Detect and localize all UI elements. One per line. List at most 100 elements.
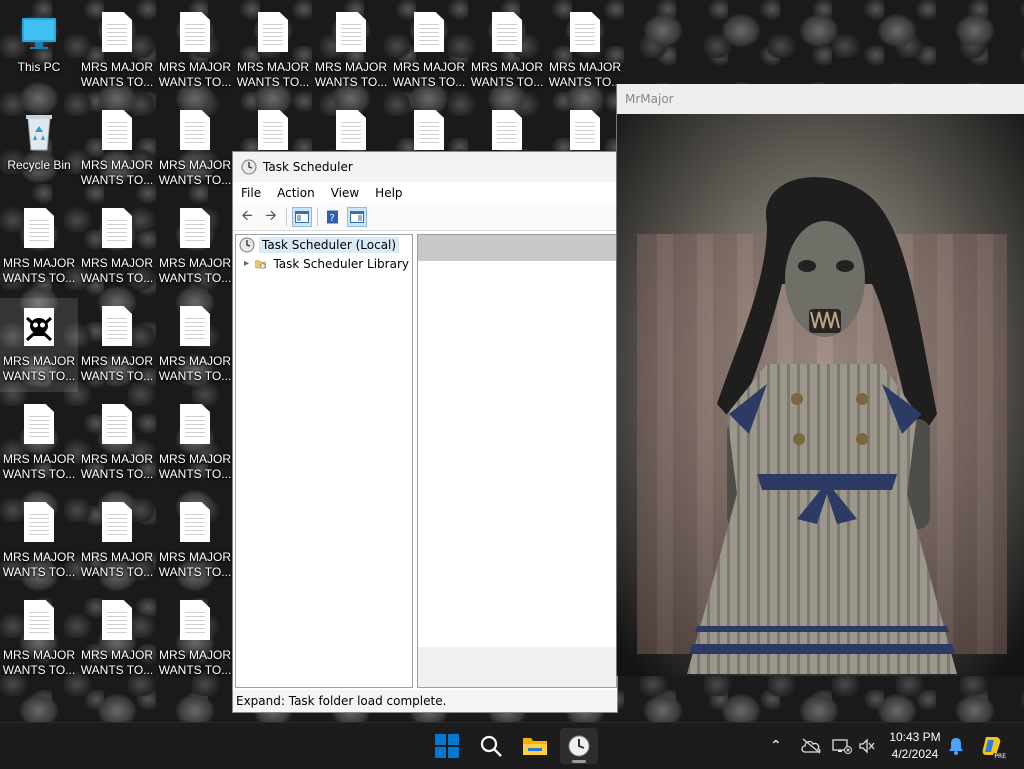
text-document-icon — [24, 404, 54, 444]
monitor-icon — [22, 18, 56, 49]
text-document-icon — [180, 404, 210, 444]
title-bar[interactable]: Task Scheduler — [233, 152, 617, 182]
desktop-icon-document[interactable]: MRS MAJOR WANTS TO... — [156, 4, 234, 98]
toolbar-separator — [317, 208, 318, 226]
text-document-icon — [180, 306, 210, 346]
tree-item-task-scheduler-local[interactable]: Task Scheduler (Local) — [236, 235, 412, 254]
desktop-icon-document[interactable]: MRS MAJOR WANTS TO... — [156, 200, 234, 294]
clock-icon — [241, 159, 257, 175]
desktop-icon-document[interactable]: MRS MAJOR WANTS TO... — [234, 4, 312, 98]
file-name-line: WANTS TO... — [2, 369, 76, 383]
text-document-icon — [24, 600, 54, 640]
tree-item-task-scheduler-library[interactable]: ▸ Task Scheduler Library — [236, 254, 412, 273]
desktop-icon-document[interactable]: MRS MAJOR WANTS TO... — [78, 102, 156, 196]
desktop-icon-label: Recycle Bin — [7, 158, 71, 172]
desktop-icon-document[interactable]: MRS MAJOR WANTS TO... — [78, 200, 156, 294]
forward-arrow-icon[interactable]: 🡪 — [261, 207, 281, 227]
results-pane-footer — [418, 647, 616, 687]
file-name-line: WANTS TO... — [80, 369, 154, 383]
show-hide-action-pane-icon[interactable] — [347, 207, 367, 227]
creepy-doll-image — [617, 114, 1024, 676]
desktop-icon-skull-document[interactable]: MRS MAJOR WANTS TO... — [0, 298, 78, 392]
expand-chevron-icon[interactable]: ▸ — [244, 258, 251, 269]
text-document-icon — [180, 208, 210, 248]
file-name-line: MRS MAJOR — [81, 256, 153, 270]
file-name-line: MRS MAJOR — [159, 256, 231, 270]
text-document-icon — [102, 502, 132, 542]
search-icon — [480, 735, 502, 757]
menu-view[interactable]: View — [323, 186, 367, 200]
file-explorer-button[interactable] — [516, 728, 554, 764]
onedrive-button[interactable] — [800, 723, 822, 769]
text-document-icon — [258, 12, 288, 52]
desktop-icon-document[interactable]: MRS MAJOR WANTS TO... — [468, 4, 546, 98]
file-name-line: WANTS TO... — [80, 467, 154, 481]
desktop-icon-document[interactable]: MRS MAJOR WANTS TO... — [0, 396, 78, 490]
file-name-line: WANTS TO... — [2, 467, 76, 481]
title-bar[interactable]: MrMajor — [617, 84, 1024, 114]
task-scheduler-taskbar-button[interactable] — [560, 728, 598, 764]
desktop-icon-document[interactable]: MRS MAJOR WANTS TO... — [78, 396, 156, 490]
tree-item-label: Task Scheduler Library — [273, 256, 409, 271]
desktop-icon-document[interactable]: MRS MAJOR WANTS TO... — [390, 4, 468, 98]
volume-button[interactable] — [858, 723, 876, 769]
file-name-line: MRS MAJOR — [159, 452, 231, 466]
file-name-line: MRS MAJOR — [3, 550, 75, 564]
desktop-icon-document[interactable]: MRS MAJOR WANTS TO... — [0, 200, 78, 294]
window-title: MrMajor — [625, 92, 674, 106]
desktop-icon-this-pc[interactable]: This PC — [0, 4, 78, 98]
desktop-icon-document[interactable]: MRS MAJOR WANTS TO... — [156, 592, 234, 686]
text-document-icon — [102, 208, 132, 248]
file-name-line: MRS MAJOR — [159, 354, 231, 368]
menu-file[interactable]: File — [233, 186, 269, 200]
show-hidden-icons-button[interactable]: ⌃ — [770, 723, 782, 769]
desktop-icon-document[interactable]: MRS MAJOR WANTS TO... — [78, 298, 156, 392]
chevron-up-icon: ⌃ — [770, 738, 782, 754]
text-document-icon — [414, 110, 444, 150]
desktop-icon-document[interactable]: MRS MAJOR WANTS TO... — [0, 592, 78, 686]
file-name-line: WANTS TO... — [158, 663, 232, 677]
file-name-line: MRS MAJOR — [3, 256, 75, 270]
desktop-icon-document[interactable]: MRS MAJOR WANTS TO... — [546, 4, 624, 98]
text-document-icon — [102, 12, 132, 52]
search-button[interactable] — [472, 728, 510, 764]
text-document-icon — [102, 306, 132, 346]
menu-help[interactable]: Help — [367, 186, 410, 200]
file-name-line: WANTS TO... — [80, 271, 154, 285]
network-button[interactable] — [832, 723, 852, 769]
start-button[interactable] — [428, 728, 466, 764]
menu-action[interactable]: Action — [269, 186, 323, 200]
file-name-line: MRS MAJOR — [237, 60, 309, 74]
copilot-preview-button[interactable]: PRE — [980, 723, 1007, 769]
desktop-icon-recycle-bin[interactable]: Recycle Bin — [0, 102, 78, 196]
help-icon[interactable]: ? — [323, 207, 343, 227]
desktop-icon-document[interactable]: MRS MAJOR WANTS TO... — [156, 396, 234, 490]
desktop-icon-document[interactable]: MRS MAJOR WANTS TO... — [78, 4, 156, 98]
cloud-offline-icon — [801, 738, 821, 754]
desktop-icon-document[interactable]: MRS MAJOR WANTS TO... — [156, 298, 234, 392]
text-document-icon — [336, 12, 366, 52]
task-scheduler-window[interactable]: Task Scheduler File Action View Help 🡨 🡪… — [232, 151, 618, 713]
file-name-line: WANTS TO... — [2, 663, 76, 677]
console-tree[interactable]: Task Scheduler (Local) ▸ Task Scheduler … — [235, 234, 413, 688]
file-name-line: MRS MAJOR — [81, 158, 153, 172]
desktop-icon-document[interactable]: MRS MAJOR WANTS TO... — [156, 102, 234, 196]
status-bar: Expand: Task folder load complete. — [233, 690, 617, 712]
text-document-icon — [414, 12, 444, 52]
text-document-icon — [492, 110, 522, 150]
desktop-icon-document[interactable]: MRS MAJOR WANTS TO... — [78, 494, 156, 588]
system-clock[interactable]: 10:43 PM 4/2/2024 — [882, 729, 948, 763]
text-document-icon — [492, 12, 522, 52]
file-name-line: MRS MAJOR — [3, 648, 75, 662]
back-arrow-icon[interactable]: 🡨 — [237, 207, 257, 227]
desktop-icon-document[interactable]: MRS MAJOR WANTS TO... — [312, 4, 390, 98]
desktop-icon-document[interactable]: MRS MAJOR WANTS TO... — [0, 494, 78, 588]
show-hide-console-tree-icon[interactable] — [292, 207, 312, 227]
file-name-line: WANTS TO... — [158, 75, 232, 89]
notifications-button[interactable] — [948, 723, 964, 769]
text-document-icon — [180, 110, 210, 150]
desktop-icon-document[interactable]: MRS MAJOR WANTS TO... — [78, 592, 156, 686]
mrmajor-window[interactable]: MrMajor — [616, 84, 1024, 676]
desktop-icon-document[interactable]: MRS MAJOR WANTS TO... — [156, 494, 234, 588]
windows-logo-icon — [435, 734, 459, 758]
